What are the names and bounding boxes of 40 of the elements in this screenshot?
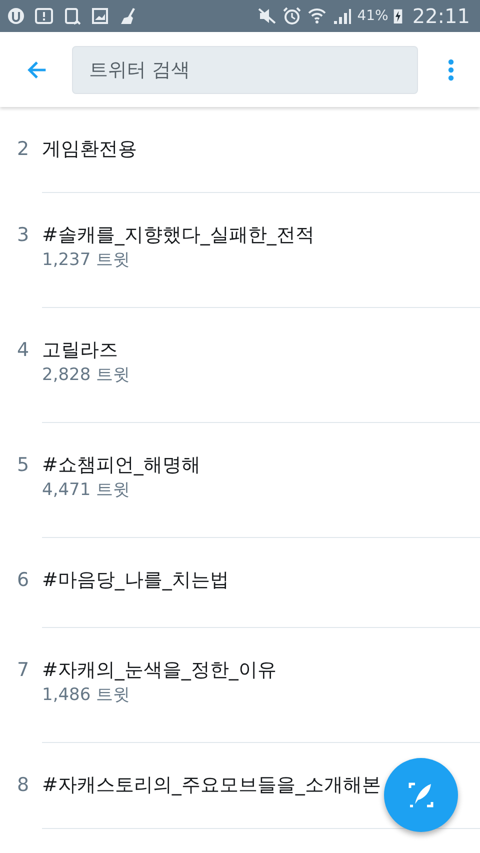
search-field[interactable]: 트위터 검색 bbox=[72, 46, 418, 94]
trend-name: #쇼챔피언_해명해 bbox=[42, 453, 200, 478]
tweet-count: 4,471 트윗 bbox=[42, 479, 132, 502]
trend-item[interactable]: 5 #쇼챔피언_해명해 4,471 트윗 bbox=[0, 423, 480, 538]
tweet-count: 2,828 트윗 bbox=[42, 364, 130, 387]
more-options-icon[interactable] bbox=[448, 58, 454, 82]
trend-item[interactable]: 4 고릴라즈 2,828 트윗 bbox=[0, 308, 480, 423]
quill-icon bbox=[406, 780, 436, 810]
broom-icon bbox=[118, 6, 138, 26]
trend-rank: 5 bbox=[16, 453, 30, 478]
trend-name: 게임환전용 bbox=[42, 137, 137, 162]
tweet-count: 1,237 트윗 bbox=[42, 249, 132, 272]
trend-rank: 4 bbox=[16, 338, 30, 363]
trend-name: #솔캐를_지향했다_실패한_전적 bbox=[42, 223, 314, 248]
tablet-icon bbox=[62, 6, 82, 26]
mute-icon bbox=[257, 6, 278, 26]
trend-rank: 6 bbox=[16, 568, 30, 593]
trend-name: #자캐스토리의_주요모브들을_소개해본 bbox=[42, 773, 381, 798]
trend-name: 고릴라즈 bbox=[42, 338, 119, 363]
signal-icon bbox=[332, 6, 352, 26]
trend-name: #자캐의_눈색을_정한_이유 bbox=[42, 658, 276, 683]
app-icon bbox=[6, 6, 26, 26]
trend-item[interactable]: 6 #마음당_나를_치는법 bbox=[0, 538, 480, 628]
trend-item[interactable]: 8 #자캐스토리의_주요모브들을_소개해본 bbox=[0, 743, 480, 829]
alert-icon bbox=[34, 6, 54, 26]
trend-name: #마음당_나를_치는법 bbox=[42, 568, 229, 593]
trend-rank: 8 bbox=[16, 773, 30, 798]
trend-rank: 7 bbox=[16, 658, 30, 683]
trend-rank: 2 bbox=[16, 137, 30, 162]
trend-item[interactable]: 7 #자캐의_눈색을_정한_이유 1,486 트윗 bbox=[0, 628, 480, 743]
alarm-icon bbox=[282, 6, 302, 26]
tweet-count: 1,486 트윗 bbox=[42, 684, 132, 707]
battery-percent: 41% bbox=[357, 8, 388, 24]
compose-tweet-button[interactable] bbox=[384, 758, 458, 832]
trend-item[interactable]: 2 게임환전용 bbox=[0, 107, 480, 193]
clock-time: 22:11 bbox=[412, 4, 470, 28]
trend-item[interactable]: 3 #솔캐를_지향했다_실패한_전적 1,237 트윗 bbox=[0, 193, 480, 308]
trend-rank: 3 bbox=[16, 223, 30, 248]
image-icon bbox=[90, 6, 110, 26]
wifi-icon bbox=[307, 6, 328, 26]
